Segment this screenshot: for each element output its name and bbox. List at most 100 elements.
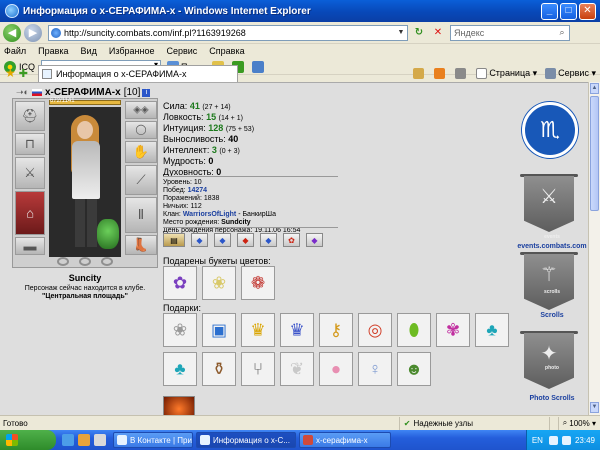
gift-item[interactable]: ▣	[202, 313, 236, 347]
fire-image[interactable]	[163, 396, 195, 415]
earring-slot[interactable]: ◈◈	[125, 101, 157, 119]
gift-item[interactable]: ♀	[358, 352, 392, 386]
scroll-up-icon[interactable]: ▲	[590, 83, 599, 94]
search-input[interactable]: Яндекс ⌕	[450, 24, 570, 41]
bouquet-white-item[interactable]: ❀	[202, 266, 236, 300]
gift-item[interactable]: ⚱	[202, 352, 236, 386]
badge-scroll-icon[interactable]: ▤	[163, 233, 185, 247]
shield-slot[interactable]: ⟋	[125, 165, 157, 195]
folder-quicklaunch-icon[interactable]	[78, 434, 90, 446]
bouquet-violet-item[interactable]: ✿	[163, 266, 197, 300]
scrolls-link[interactable]: Scrolls	[516, 312, 588, 319]
stat-value: 0	[208, 156, 214, 166]
back-button[interactable]: ◀	[3, 23, 21, 42]
boots-slot[interactable]: 👢	[125, 235, 157, 255]
vertical-scrollbar[interactable]: ▲ ▼	[588, 82, 600, 415]
boots-icon: 👢	[132, 237, 150, 252]
home-button[interactable]	[413, 67, 426, 79]
bouquet-rose-item[interactable]: ❁	[241, 266, 275, 300]
gift-item[interactable]: ✾	[436, 313, 470, 347]
belt-slot[interactable]: ▬	[15, 237, 45, 255]
gloves-slot[interactable]: ✋	[125, 141, 157, 163]
gift-item[interactable]: ⚷	[319, 313, 353, 347]
gift-item[interactable]: ❦	[280, 352, 314, 386]
task-info[interactable]: Информация о x-С...	[196, 432, 296, 448]
ie-quicklaunch-icon[interactable]	[62, 434, 74, 446]
gift-item[interactable]: ◎	[358, 313, 392, 347]
gift-item[interactable]: ☻	[397, 352, 431, 386]
tab-active[interactable]: Информация о x-СЕРАФИМА-x	[37, 64, 238, 82]
stop-icon[interactable]: ✕	[430, 25, 446, 41]
gift-item[interactable]: ♛	[280, 313, 314, 347]
badge-shield-icon[interactable]: ◆	[260, 233, 277, 247]
menu-view[interactable]: Вид	[81, 46, 97, 56]
network-icon[interactable]	[548, 435, 558, 445]
close-button[interactable]: ✕	[579, 2, 596, 20]
minimize-button[interactable]: _	[541, 2, 558, 20]
gift-item[interactable]: ●	[319, 352, 353, 386]
ring-icon[interactable]	[57, 257, 69, 266]
menu-edit[interactable]: Правка	[38, 46, 68, 56]
badge-shield-icon[interactable]: ◆	[237, 233, 254, 247]
weapon-slot[interactable]: ⚔	[15, 157, 45, 189]
feeds-button[interactable]	[434, 67, 447, 79]
gift-item[interactable]: ❀	[163, 313, 197, 347]
print-button[interactable]	[455, 67, 468, 79]
zoom-control[interactable]: ⌕ 100% ▾	[557, 416, 600, 430]
gift-item[interactable]: ⬮	[397, 313, 431, 347]
page-globe-icon	[51, 27, 61, 38]
helmet-slot[interactable]: ⛑	[15, 101, 45, 131]
detail-draws: Ничьих: 112	[163, 203, 202, 210]
ring-icon[interactable]	[101, 257, 113, 266]
ring-icon[interactable]	[79, 257, 91, 266]
birthplace-value: Sundcity	[221, 219, 251, 226]
page-menu-button[interactable]: Страница ▾	[476, 67, 537, 79]
refresh-icon[interactable]: ↻	[411, 25, 427, 41]
scorpion-emblem-icon[interactable]: ♏	[522, 102, 578, 158]
ie-task-icon	[117, 435, 127, 445]
menu-help[interactable]: Справка	[209, 46, 244, 56]
gift-item[interactable]: ♛	[241, 313, 275, 347]
amulet-slot[interactable]: ◯	[125, 121, 157, 139]
language-indicator[interactable]: EN	[532, 436, 543, 445]
add-favorite-icon[interactable]: ✚	[19, 67, 28, 80]
address-dropdown-icon[interactable]: ▼	[395, 29, 407, 36]
search-icon[interactable]: ⌕	[555, 27, 569, 38]
volume-icon[interactable]	[561, 435, 571, 445]
gift-item[interactable]: ♣	[475, 313, 509, 347]
favorites-star-icon[interactable]: ★	[5, 66, 16, 80]
zoom-level: 100%	[569, 418, 590, 428]
scrolls-banner[interactable]: ⚚	[524, 254, 574, 310]
scroll-thumb[interactable]	[590, 96, 599, 211]
maximize-button[interactable]: □	[560, 2, 577, 20]
task-vkontakte[interactable]: В Контакте | Прило...	[113, 432, 193, 448]
badge-shield-icon[interactable]: ◆	[306, 233, 323, 247]
badge-shield-icon[interactable]: ◆	[214, 233, 231, 247]
tools-menu-button[interactable]: Сервис ▾	[545, 67, 596, 79]
gift-item[interactable]: ♣	[163, 352, 197, 386]
task-character[interactable]: x-серафима-x	[299, 432, 391, 448]
menu-file[interactable]: Файл	[4, 46, 26, 56]
clan-link[interactable]: WarriorsOfLight	[183, 211, 236, 218]
address-field[interactable]: http://suncity.combats.com/inf.pl?116391…	[48, 24, 408, 41]
cloak-icon: ⌂	[26, 205, 34, 221]
start-button[interactable]	[0, 430, 56, 450]
scroll-down-icon[interactable]: ▼	[590, 402, 599, 413]
menu-favorites[interactable]: Избранное	[109, 46, 155, 56]
badge-gem-icon[interactable]: ✿	[283, 233, 300, 247]
forward-button[interactable]: ▶	[24, 23, 42, 42]
bracers-slot[interactable]: ⊓	[15, 133, 45, 155]
belt-icon: ▬	[23, 238, 37, 254]
desktop-quicklaunch-icon[interactable]	[94, 434, 106, 446]
menu-tools[interactable]: Сервис	[166, 46, 197, 56]
info-icon[interactable]: i	[142, 88, 151, 97]
photo-banner[interactable]: ✦	[524, 333, 574, 389]
photo-scrolls-link[interactable]: Photo Scrolls	[516, 395, 588, 402]
armor-slot[interactable]: ⌂	[15, 191, 45, 235]
gift-item[interactable]: ⑂	[241, 352, 275, 386]
events-link[interactable]: events.combats.com	[516, 243, 588, 250]
badge-shield-icon[interactable]: ◆	[191, 233, 208, 247]
wins-label: Побед:	[163, 187, 186, 194]
events-banner[interactable]: ⚔	[524, 176, 574, 232]
leggings-slot[interactable]: Ⅱ	[125, 197, 157, 233]
